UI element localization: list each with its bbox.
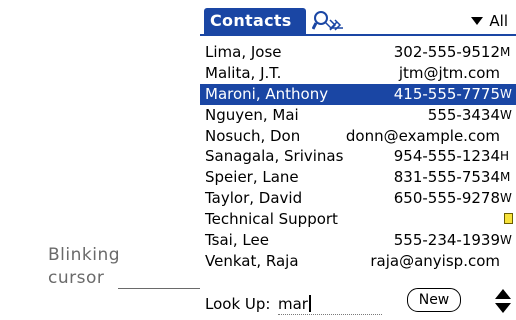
contact-row[interactable]: Sanagala, Srivinas 954-555-1234 H [200, 146, 516, 167]
title-bar: Contacts All [200, 8, 516, 36]
contact-row[interactable]: Nguyen, Mai 555-3434 W [200, 105, 516, 126]
contact-row[interactable]: Taylor, David 650-555-9278 W [200, 188, 516, 209]
scroll-arrows-icon[interactable] [494, 288, 512, 314]
contact-value: jtm@jtm.com [398, 63, 500, 82]
lookup-input[interactable]: mar [278, 292, 382, 315]
callout-label: Blinking cursor [48, 245, 121, 288]
text-cursor [308, 295, 311, 312]
contact-value: 650-555-9278 [393, 189, 500, 208]
contact-value: 555-234-1939 [393, 231, 500, 250]
contact-name: Speier, Lane [205, 168, 299, 187]
contact-name: Nguyen, Mai [205, 105, 299, 124]
contact-value: donn@example.com [345, 126, 500, 145]
contact-type-tag: H [500, 149, 510, 164]
note-icon[interactable] [504, 213, 513, 225]
contact-list: Lima, Jose 302-555-9512 M Malita, J.T. jtm@j… [200, 42, 516, 272]
category-label: All [489, 12, 508, 30]
contact-name: Malita, J.T. [205, 63, 282, 82]
bottom-bar: Look Up: mar New [200, 288, 516, 316]
contact-row[interactable]: Technical Support [200, 209, 516, 230]
contact-name: Venkat, Raja [205, 251, 299, 270]
contact-name: Taylor, David [205, 189, 303, 208]
contact-name: Nosuch, Don [205, 126, 301, 145]
contact-value: 302-555-9512 [393, 43, 500, 61]
contact-row[interactable]: Venkat, Raja raja@anyisp.com [200, 251, 516, 272]
contact-name: Maroni, Anthony [205, 84, 329, 103]
contact-row[interactable]: Lima, Jose 302-555-9512 M [200, 42, 516, 63]
category-picker[interactable]: All [471, 10, 508, 32]
contact-name: Sanagala, Srivinas [205, 147, 344, 166]
lookup-value: mar [278, 295, 308, 313]
contact-row[interactable]: Speier, Lane 831-555-7534 M [200, 167, 516, 188]
contacts-screen: Contacts All Lima, Jose 302-555-9512 M Mali… [200, 0, 516, 320]
contact-value: 555-3434 [427, 105, 500, 124]
contact-type-tag: W [500, 86, 512, 101]
contact-type-tag: W [500, 233, 512, 248]
contact-type-tag: M [500, 170, 511, 185]
contact-type-tag: M [500, 45, 511, 59]
contact-row[interactable]: Malita, J.T. jtm@jtm.com [200, 63, 516, 84]
contact-value: raja@anyisp.com [370, 251, 500, 270]
app-title[interactable]: Contacts [204, 8, 306, 34]
contact-value: 831-555-7534 [393, 168, 500, 187]
triangle-down-icon [471, 17, 484, 25]
new-button[interactable]: New [407, 288, 461, 312]
contact-type-tag: W [500, 107, 512, 122]
contact-row[interactable]: Maroni, Anthony 415-555-7775 W [200, 83, 516, 105]
contact-type-tag: W [500, 191, 512, 206]
magnifier-icon[interactable] [311, 9, 348, 33]
contact-name: Technical Support [205, 210, 338, 229]
contact-name: Tsai, Lee [205, 231, 269, 250]
contact-value: 415-555-7775 [393, 84, 500, 103]
lookup-label: Look Up: [205, 295, 271, 313]
contact-row[interactable]: Tsai, Lee 555-234-1939 W [200, 230, 516, 251]
contact-value: 954-555-1234 [393, 147, 500, 166]
contact-row[interactable]: Nosuch, Don donn@example.com [200, 126, 516, 147]
contact-name: Lima, Jose [205, 43, 282, 61]
